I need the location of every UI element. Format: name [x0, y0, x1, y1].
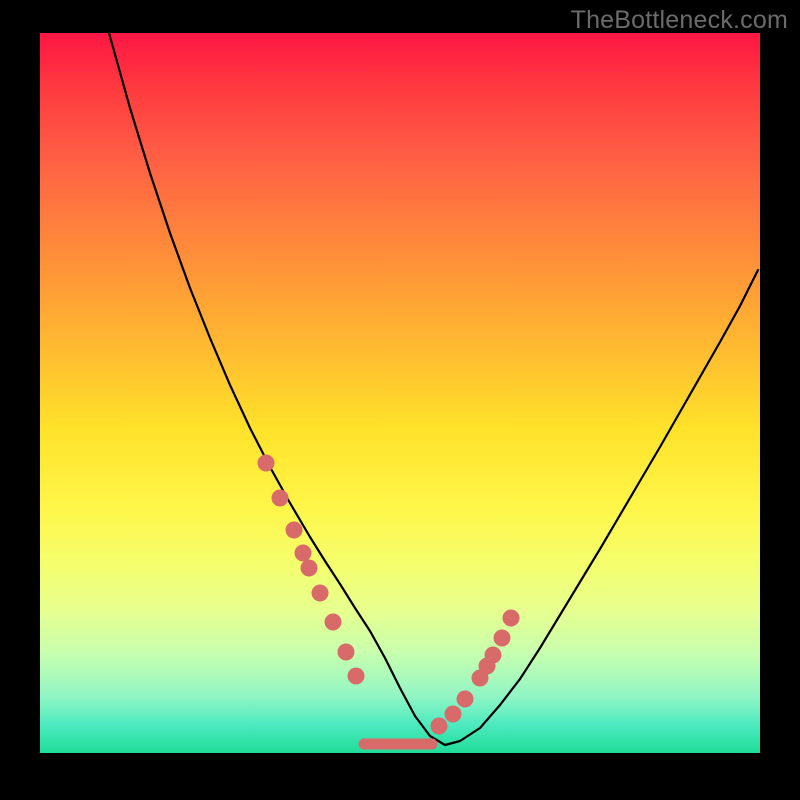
- marker-dot: [494, 630, 511, 647]
- chart-gradient-background: [40, 33, 760, 753]
- marker-dot: [338, 644, 355, 661]
- marker-dot: [472, 670, 489, 687]
- marker-dot: [479, 658, 496, 675]
- bottleneck-curve: [109, 33, 758, 745]
- marker-dot: [312, 585, 329, 602]
- marker-dot: [485, 647, 502, 664]
- marker-dots: [258, 455, 520, 735]
- marker-dot: [445, 706, 462, 723]
- marker-dot: [286, 522, 303, 539]
- marker-dot: [325, 614, 342, 631]
- marker-dot: [272, 490, 289, 507]
- marker-dot: [258, 455, 275, 472]
- attribution-label: TheBottleneck.com: [571, 6, 788, 35]
- marker-dot: [348, 668, 365, 685]
- marker-dot: [457, 691, 474, 708]
- chart-svg: [40, 33, 760, 753]
- marker-dot: [295, 545, 312, 562]
- app-frame: TheBottleneck.com: [0, 0, 800, 800]
- marker-dot: [431, 718, 448, 735]
- marker-dot: [503, 610, 520, 627]
- marker-dot: [301, 560, 318, 577]
